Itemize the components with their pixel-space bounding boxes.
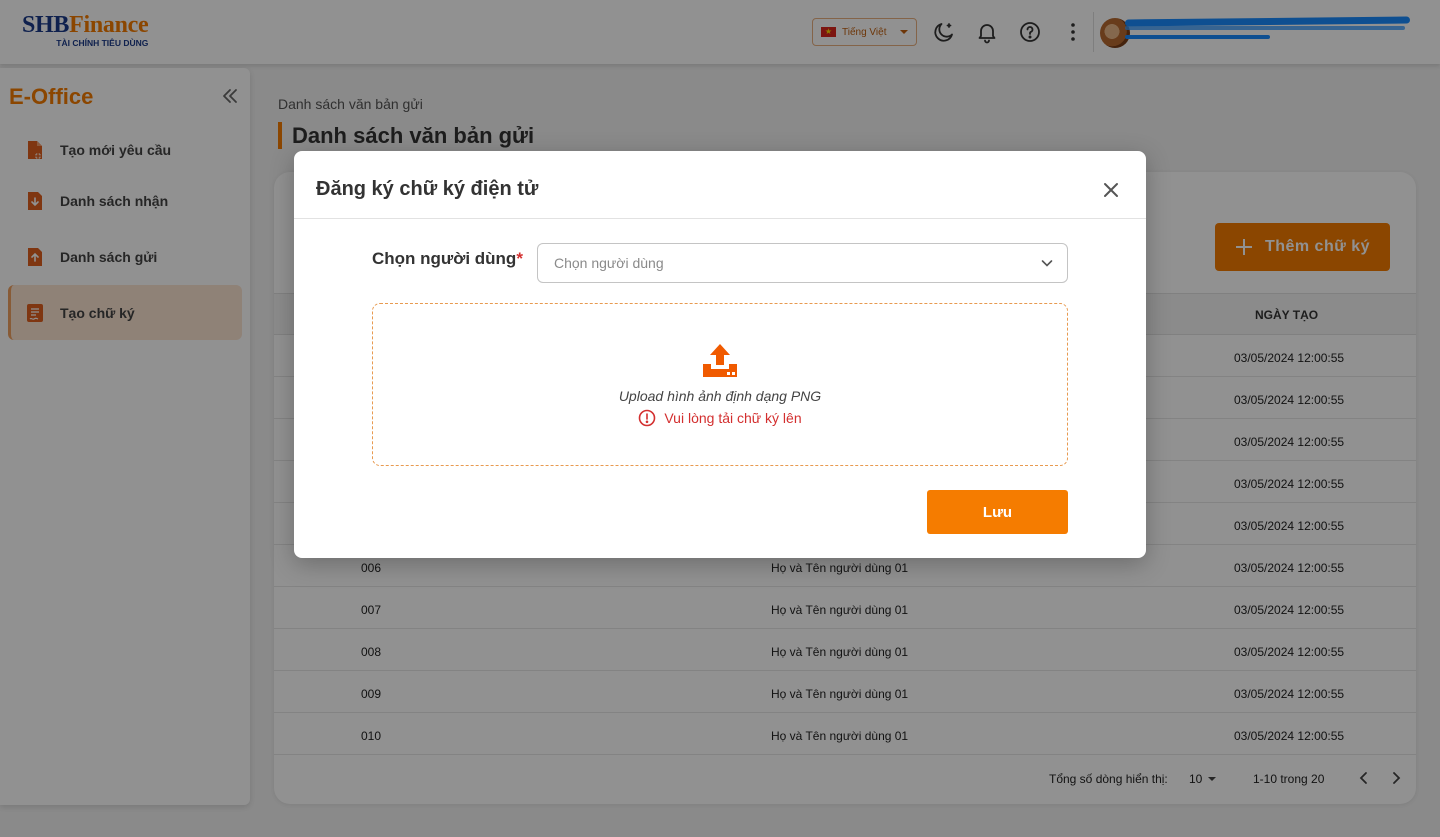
save-button[interactable]: Lưu	[927, 490, 1068, 534]
dialog-title: Đăng ký chữ ký điện tử	[316, 178, 539, 200]
user-field-label: Chọn người dùng*	[372, 249, 523, 268]
upload-error-text: Vui lòng tải chữ ký lên	[664, 410, 802, 426]
upload-icon	[703, 344, 737, 377]
upload-error: Vui lòng tải chữ ký lên	[373, 409, 1067, 427]
signature-upload-dropzone[interactable]: Upload hình ảnh định dạng PNG Vui lòng t…	[372, 303, 1068, 466]
user-select-placeholder: Chọn người dùng	[554, 255, 664, 271]
upload-hint: Upload hình ảnh định dạng PNG	[618, 388, 822, 404]
required-mark: *	[516, 249, 523, 268]
signature-registration-dialog: Đăng ký chữ ký điện tử Chọn người dùng* …	[294, 151, 1146, 558]
error-icon	[639, 409, 656, 427]
user-select[interactable]: Chọn người dùng	[537, 243, 1068, 283]
close-icon[interactable]	[1100, 179, 1122, 201]
dialog-divider	[294, 218, 1146, 219]
chevron-down-icon	[1041, 260, 1053, 267]
